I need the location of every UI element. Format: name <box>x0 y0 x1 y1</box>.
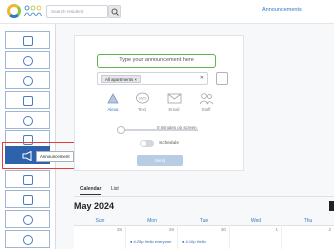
alert-icon <box>23 96 33 106</box>
day-header: Wed <box>250 218 262 224</box>
channel-staff[interactable]: Staff <box>195 92 217 112</box>
app-logo-icon <box>7 4 21 18</box>
email-icon <box>167 93 181 104</box>
page-title: Announcements <box>262 7 302 13</box>
sidebar-tooltip: Announcement <box>36 151 74 162</box>
profile-icon <box>23 235 33 245</box>
audience-chip-label: All apartments <box>105 77 134 82</box>
calendar-day-cell[interactable]: 2 <box>282 225 334 249</box>
calendar-picker-icon[interactable] <box>216 72 228 85</box>
announcement-composer: Type your announcement here All apartmen… <box>74 35 244 171</box>
month-title: May 2024 <box>74 201 115 211</box>
channel-text[interactable]: SMS Text <box>131 92 153 112</box>
clear-icon[interactable]: ✕ <box>200 75 204 81</box>
staff-icon <box>199 93 213 105</box>
tab-calendar[interactable]: Calendar <box>80 186 102 195</box>
sidebar-item-store[interactable] <box>5 190 50 208</box>
day-header: Thu <box>303 218 313 224</box>
date-number: 29 <box>168 227 174 232</box>
search-button[interactable] <box>108 5 121 18</box>
channel-email[interactable]: Email <box>163 92 185 112</box>
announcement-input[interactable]: Type your announcement here <box>97 54 216 68</box>
people-logo-icon <box>24 5 42 17</box>
sidebar-item-dining[interactable] <box>5 51 50 69</box>
calendar-event[interactable]: ● 4:10p Hello <box>182 239 206 244</box>
activities-icon <box>23 76 33 86</box>
svg-text:SMS: SMS <box>138 97 146 101</box>
settings-icon <box>23 215 33 225</box>
search-input[interactable]: Search resident <box>46 5 108 18</box>
sms-icon: SMS <box>135 92 149 104</box>
dining-icon <box>23 56 33 66</box>
calendar-day-cell[interactable]: 29 ● 4:25p Hello everyone <box>126 225 178 249</box>
search-icon <box>111 8 119 16</box>
send-button[interactable]: Send <box>137 155 183 166</box>
channel-label: Email <box>168 107 180 112</box>
audience-select[interactable]: All apartments × ✕ <box>97 72 208 85</box>
calendar-day-cell[interactable]: 28 <box>74 225 126 249</box>
sidebar-item-check[interactable] <box>5 111 50 129</box>
day-header: Sun <box>95 218 105 224</box>
calendar-icon <box>23 36 33 46</box>
schedule-label: Schedule <box>159 141 180 146</box>
top-bar: Search resident Announcements <box>0 0 334 24</box>
check-icon <box>23 116 33 126</box>
schedule-toggle[interactable] <box>140 140 154 147</box>
date-number: 1 <box>275 227 278 232</box>
slider-handle[interactable] <box>117 126 125 134</box>
sidebar-item-profile[interactable] <box>5 230 50 248</box>
divider <box>74 196 334 197</box>
date-number: 28 <box>116 227 122 232</box>
day-header: Mon <box>147 218 157 224</box>
sidebar-item-calendar[interactable] <box>5 31 50 49</box>
sidebar-item-alert[interactable] <box>5 91 50 109</box>
sidebar-item-activities[interactable] <box>5 71 50 89</box>
sidebar-item-settings[interactable] <box>5 210 50 228</box>
channel-alexa[interactable]: Alexa <box>102 92 124 112</box>
sidebar-item-notes[interactable] <box>5 170 50 188</box>
date-number: 2 <box>328 227 331 232</box>
channel-label: Staff <box>201 107 211 112</box>
tab-list[interactable]: List <box>111 186 119 192</box>
channel-label: Text <box>137 107 147 112</box>
channel-label: Alexa <box>107 107 119 112</box>
day-header: Tue <box>199 218 209 224</box>
date-number: 30 <box>220 227 226 232</box>
notes-icon <box>23 175 33 185</box>
next-month-button[interactable] <box>329 201 334 211</box>
calendar-day-cell[interactable]: 1 <box>230 225 282 249</box>
chip-remove-icon[interactable]: × <box>134 77 137 82</box>
calendar-event[interactable]: ● 4:25p Hello everyone <box>130 239 171 244</box>
store-icon <box>23 195 33 205</box>
calendar-day-cell[interactable]: 30 ● 4:10p Hello <box>178 225 230 249</box>
duration-readout: 0 minutes on screen <box>157 125 197 130</box>
sidebar <box>0 24 56 249</box>
audience-chip[interactable]: All apartments × <box>101 75 141 83</box>
alexa-icon <box>106 93 119 104</box>
